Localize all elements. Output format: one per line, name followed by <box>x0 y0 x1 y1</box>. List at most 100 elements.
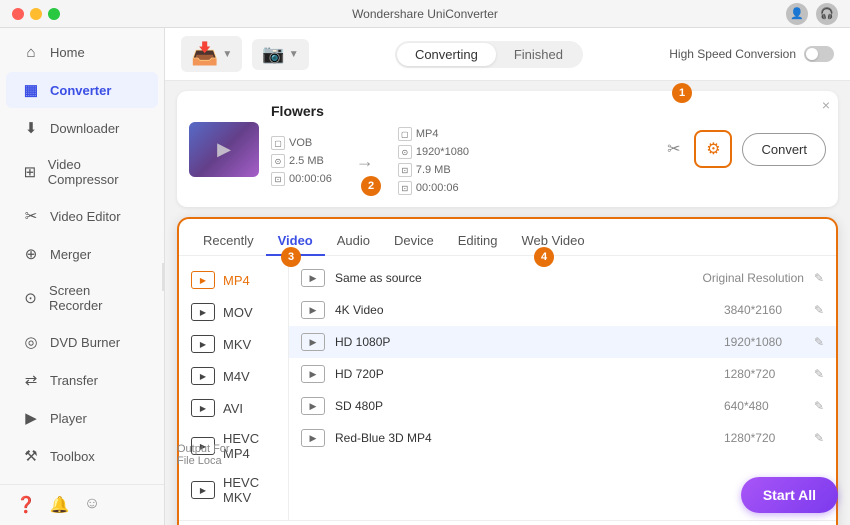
player-icon: ▶ <box>22 409 40 427</box>
res-icon-same: ▶ <box>301 269 325 287</box>
edit-icon-480p[interactable]: ✎ <box>814 399 824 413</box>
edit-icon-4k[interactable]: ✎ <box>814 303 824 317</box>
home-icon: ⌂ <box>22 44 40 61</box>
res-720p[interactable]: ▶ HD 720P 1280*720 ✎ <box>289 358 836 390</box>
bottom-info: Output For File Loca <box>177 443 230 467</box>
format-list: ▶ MP4 ▶ MOV ▶ MKV ▶ M4V <box>179 256 289 520</box>
sidebar-item-label: DVD Burner <box>50 335 120 350</box>
format-tab-audio[interactable]: Audio <box>325 227 382 256</box>
sidebar-item-video-compressor[interactable]: ⊞ Video Compressor <box>6 148 158 196</box>
format-body: ▶ MP4 ▶ MOV ▶ MKV ▶ M4V <box>179 256 836 520</box>
res-icon-4k: ▶ <box>301 301 325 319</box>
edit-icon-same[interactable]: ✎ <box>814 271 824 285</box>
camera-chevron-icon: ▼ <box>289 49 299 60</box>
edit-icon-3d[interactable]: ✎ <box>814 431 824 445</box>
edit-icon-1080p[interactable]: ✎ <box>814 335 824 349</box>
res-3d[interactable]: ▶ Red-Blue 3D MP4 1280*720 ✎ <box>289 422 836 454</box>
sidebar-item-player[interactable]: ▶ Player <box>6 400 158 436</box>
edit-icon-720p[interactable]: ✎ <box>814 367 824 381</box>
feedback-icon[interactable]: ☺ <box>84 495 100 515</box>
add-camera-button[interactable]: 📷 ▼ <box>252 39 308 70</box>
format-tab-recently[interactable]: Recently <box>191 227 266 256</box>
transfer-icon: ⇄ <box>22 371 40 389</box>
sidebar-item-label: Player <box>50 411 87 426</box>
m4v-icon: ▶ <box>191 367 215 385</box>
format-m4v[interactable]: ▶ M4V <box>179 360 288 392</box>
sidebar-item-label: Home <box>50 45 85 60</box>
help-icon[interactable]: ❓ <box>16 495 36 515</box>
close-card-button[interactable]: × <box>822 97 830 113</box>
finished-tab[interactable]: Finished <box>496 43 581 66</box>
downloader-icon: ⬇ <box>22 119 40 137</box>
sidebar: ⌂ Home ▦ Converter ⬇ Downloader ⊞ Video … <box>0 28 165 525</box>
format-tab-device[interactable]: Device <box>382 227 446 256</box>
mp4-icon: ▶ <box>191 271 215 289</box>
scissors-button[interactable]: ✂ <box>667 139 680 159</box>
res-icon-1080p: ▶ <box>301 333 325 351</box>
format-mp4[interactable]: ▶ MP4 <box>179 264 288 296</box>
sidebar-item-merger[interactable]: ⊕ Merger <box>6 236 158 272</box>
sidebar-item-label: Transfer <box>50 373 98 388</box>
main-topbar: 📥 ▼ 📷 ▼ Converting Finished High Speed C… <box>165 28 850 81</box>
compressor-icon: ⊞ <box>22 163 38 181</box>
convert-button[interactable]: Convert <box>742 133 826 166</box>
user-icon[interactable]: 👤 <box>786 3 808 25</box>
high-speed-label: High Speed Conversion <box>669 47 796 61</box>
sidebar-item-dvd-burner[interactable]: ◎ DVD Burner <box>6 324 158 360</box>
target-res-icon: ⊙ <box>398 145 412 159</box>
minimize-window-button[interactable] <box>30 8 42 20</box>
converting-tab[interactable]: Converting <box>397 43 496 66</box>
sidebar-item-screen-recorder[interactable]: ⊙ Screen Recorder <box>6 274 158 322</box>
merger-icon: ⊕ <box>22 245 40 263</box>
badge-3: 3 <box>281 247 301 267</box>
sidebar-item-label: Merger <box>50 247 91 262</box>
format-mov[interactable]: ▶ MOV <box>179 296 288 328</box>
sidebar-item-converter[interactable]: ▦ Converter <box>6 72 158 108</box>
source-size: ⊙ 2.5 MB <box>271 154 332 168</box>
notification-icon[interactable]: 🔔 <box>50 495 70 515</box>
sidebar-item-label: Video Editor <box>50 209 121 224</box>
mkv-icon: ▶ <box>191 335 215 353</box>
res-480p[interactable]: ▶ SD 480P 640*480 ✎ <box>289 390 836 422</box>
settings-button[interactable]: ⚙ <box>694 130 732 168</box>
file-card: 1 Flowers ▢ VOB ⊙ 2.5 MB <box>177 91 838 207</box>
add-file-button[interactable]: 📥 ▼ <box>181 36 242 72</box>
file-thumbnail <box>189 122 259 177</box>
avi-icon: ▶ <box>191 399 215 417</box>
format-avi[interactable]: ▶ AVI <box>179 392 288 424</box>
format-mkv[interactable]: ▶ MKV <box>179 328 288 360</box>
size-icon: ⊙ <box>271 154 285 168</box>
format-tab-web-video[interactable]: Web Video <box>510 227 597 256</box>
app-title: Wondershare UniConverter <box>352 7 498 21</box>
file-name: Flowers <box>271 103 655 119</box>
file-location-label: File Loca <box>177 455 230 467</box>
arrow-icon: → <box>356 151 374 172</box>
mov-icon: ▶ <box>191 303 215 321</box>
maximize-window-button[interactable] <box>48 8 60 20</box>
topbar-right: High Speed Conversion <box>669 46 834 62</box>
headset-icon[interactable]: 🎧 <box>816 3 838 25</box>
res-4k[interactable]: ▶ 4K Video 3840*2160 ✎ <box>289 294 836 326</box>
sidebar-item-video-editor[interactable]: ✂ Video Editor <box>6 198 158 234</box>
target-format-icon: ▢ <box>398 127 412 141</box>
camera-icon: 📷 <box>262 44 284 65</box>
format-tabs: Recently Video Audio Device Editing Web … <box>179 219 836 256</box>
start-all-button[interactable]: Start All <box>741 477 838 513</box>
target-specs: ▢ MP4 ⊙ 1920*1080 ⊡ 7.9 MB ⊡ <box>398 127 469 195</box>
close-window-button[interactable] <box>12 8 24 20</box>
high-speed-toggle[interactable] <box>804 46 834 62</box>
format-tab-editing[interactable]: Editing <box>446 227 510 256</box>
target-size: ⊡ 7.9 MB <box>398 163 469 177</box>
res-1080p[interactable]: ▶ HD 1080P 1920*1080 ✎ <box>289 326 836 358</box>
res-icon-720p: ▶ <box>301 365 325 383</box>
sidebar-item-downloader[interactable]: ⬇ Downloader <box>6 110 158 146</box>
target-duration: ⊡ 00:00:06 <box>398 181 469 195</box>
res-same-as-source[interactable]: ▶ Same as source Original Resolution ✎ <box>289 262 836 294</box>
sidebar-item-transfer[interactable]: ⇄ Transfer <box>6 362 158 398</box>
target-format: ▢ MP4 <box>398 127 469 141</box>
format-hevc-mkv[interactable]: ▶ HEVC MKV <box>179 468 288 512</box>
sidebar-item-label: Video Compressor <box>48 157 142 187</box>
sidebar-item-toolbox[interactable]: ⚒ Toolbox <box>6 438 158 474</box>
window-controls[interactable] <box>12 8 60 20</box>
sidebar-item-home[interactable]: ⌂ Home <box>6 35 158 70</box>
